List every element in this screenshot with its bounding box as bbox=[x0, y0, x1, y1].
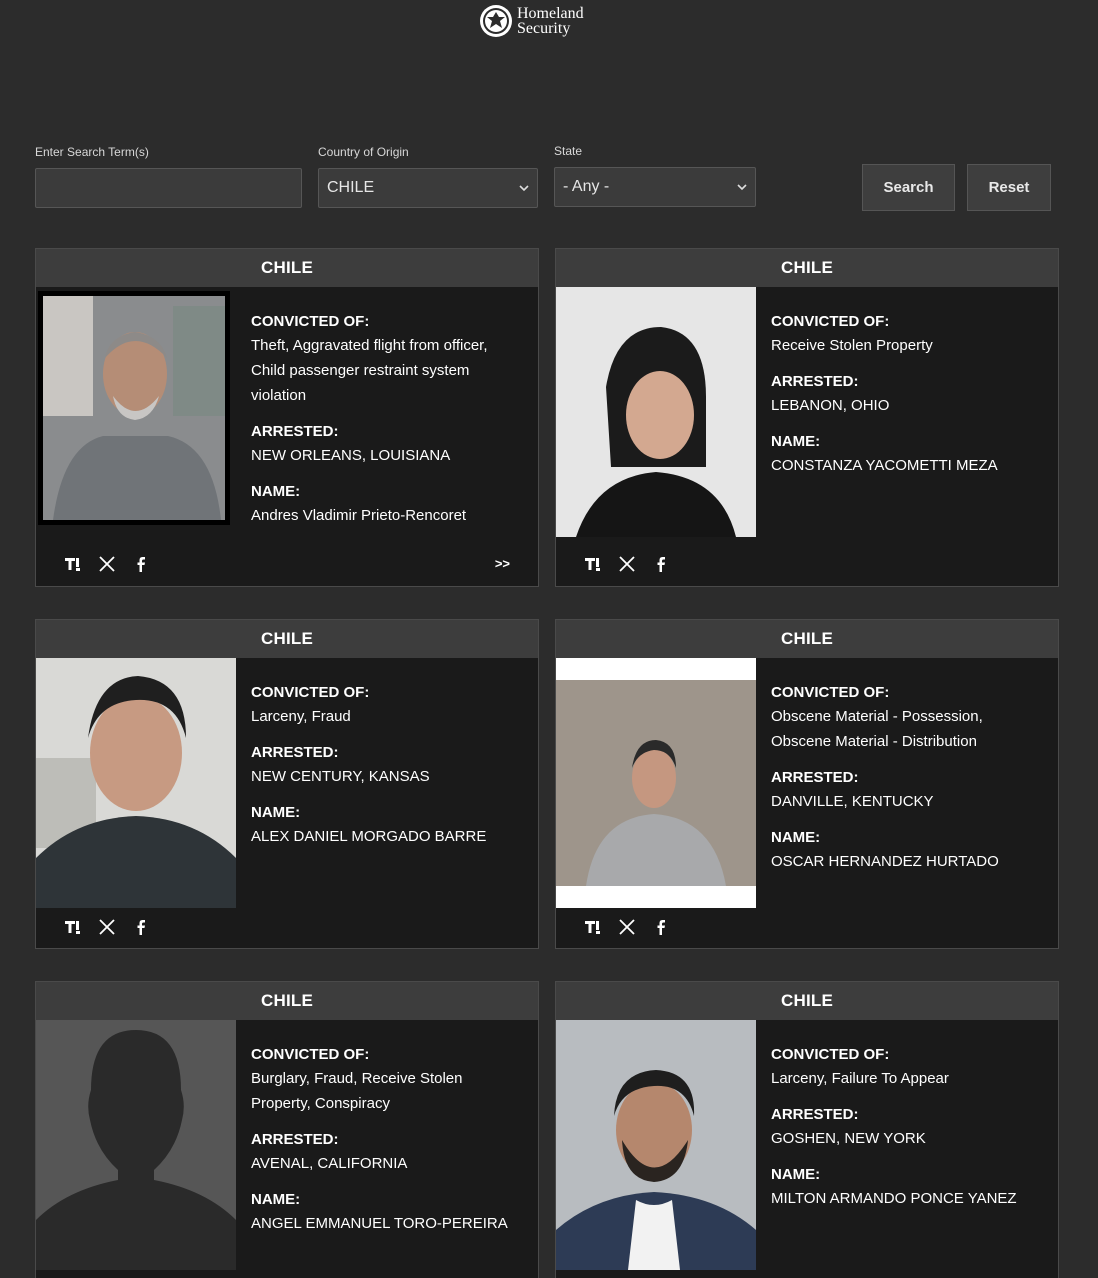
x-icon[interactable] bbox=[618, 918, 636, 936]
person-photo bbox=[43, 296, 225, 520]
card-country: CHILE bbox=[556, 620, 1058, 658]
detainee-photo[interactable] bbox=[556, 287, 756, 537]
facebook-icon[interactable] bbox=[652, 555, 670, 573]
convicted-label: CONVICTED OF: bbox=[771, 313, 890, 330]
card-country: CHILE bbox=[556, 982, 1058, 1020]
card-info: CONVICTED OF: Receive Stolen Property AR… bbox=[771, 311, 1040, 491]
person-photo bbox=[556, 1020, 756, 1270]
arrested-label: ARRESTED: bbox=[771, 373, 859, 390]
name-label: NAME: bbox=[251, 483, 301, 500]
convicted-label: CONVICTED OF: bbox=[771, 1046, 890, 1063]
card-info: CONVICTED OF: Obscene Material - Possess… bbox=[771, 682, 1040, 887]
state-select[interactable]: - Any - bbox=[554, 167, 756, 207]
name-label: NAME: bbox=[251, 1191, 301, 1208]
name-value: ANGEL EMMANUEL TORO-PEREIRA bbox=[251, 1215, 508, 1232]
share-links bbox=[64, 918, 150, 936]
arrested-value: DANVILLE, KENTUCKY bbox=[771, 793, 934, 810]
detainee-card: CHILE CONVICTED OF: Larceny, Fraud ARRES… bbox=[35, 619, 539, 949]
country-select-value: CHILE bbox=[327, 179, 375, 196]
name-value: MILTON ARMANDO PONCE YANEZ bbox=[771, 1190, 1017, 1207]
state-label: State bbox=[554, 144, 583, 158]
chevron-down-icon bbox=[737, 184, 747, 191]
x-icon[interactable] bbox=[98, 555, 116, 573]
detainee-card: CHILE CONVICTED OF: Obscene Material - P… bbox=[555, 619, 1059, 949]
convicted-value: Larceny, Fraud bbox=[251, 708, 351, 725]
arrested-value: GOSHEN, NEW YORK bbox=[771, 1130, 926, 1147]
search-label: Enter Search Term(s) bbox=[35, 145, 149, 159]
dhs-logo[interactable]: Homeland Security bbox=[479, 4, 584, 38]
person-photo bbox=[556, 287, 756, 537]
share-links bbox=[584, 555, 670, 573]
card-country: CHILE bbox=[36, 249, 538, 287]
logo-line-2: Security bbox=[517, 20, 571, 37]
country-label: Country of Origin bbox=[318, 145, 409, 159]
convicted-label: CONVICTED OF: bbox=[771, 684, 890, 701]
placeholder-silhouette-icon bbox=[36, 1020, 236, 1270]
name-label: NAME: bbox=[771, 1166, 821, 1183]
arrested-label: ARRESTED: bbox=[771, 1106, 859, 1123]
detainee-card: CHILE CONVICTED OF: Receive Stolen Prope… bbox=[555, 248, 1059, 587]
card-info: CONVICTED OF: Larceny, Failure To Appear… bbox=[771, 1044, 1040, 1224]
card-info: CONVICTED OF: Larceny, Fraud ARRESTED: N… bbox=[251, 682, 520, 862]
convicted-label: CONVICTED OF: bbox=[251, 1046, 370, 1063]
truth-social-icon[interactable] bbox=[64, 555, 82, 573]
arrested-value: AVENAL, CALIFORNIA bbox=[251, 1155, 408, 1172]
facebook-icon[interactable] bbox=[132, 918, 150, 936]
more-link[interactable]: >> bbox=[495, 556, 510, 571]
name-value: Andres Vladimir Prieto-Rencoret bbox=[251, 507, 467, 524]
name-label: NAME: bbox=[771, 829, 821, 846]
arrested-label: ARRESTED: bbox=[771, 769, 859, 786]
name-value: CONSTANZA YACOMETTI MEZA bbox=[771, 457, 998, 474]
truth-social-icon[interactable] bbox=[584, 555, 602, 573]
share-links bbox=[584, 918, 670, 936]
name-value: ALEX DANIEL MORGADO BARRE bbox=[251, 828, 487, 845]
detainee-photo[interactable] bbox=[556, 1020, 756, 1270]
truth-social-icon[interactable] bbox=[64, 918, 82, 936]
card-country: CHILE bbox=[36, 620, 538, 658]
arrested-label: ARRESTED: bbox=[251, 1131, 339, 1148]
arrested-value: LEBANON, OHIO bbox=[771, 397, 890, 414]
detainee-photo[interactable] bbox=[36, 1020, 236, 1270]
arrested-label: ARRESTED: bbox=[251, 744, 339, 761]
convicted-value: Obscene Material - Possession, Obscene M… bbox=[771, 708, 983, 750]
detainee-photo[interactable] bbox=[556, 658, 756, 908]
x-icon[interactable] bbox=[618, 555, 636, 573]
convicted-value: Burglary, Fraud, Receive Stolen Property… bbox=[251, 1070, 463, 1112]
convicted-label: CONVICTED OF: bbox=[251, 313, 370, 330]
card-country: CHILE bbox=[556, 249, 1058, 287]
facebook-icon[interactable] bbox=[652, 918, 670, 936]
person-photo bbox=[36, 658, 236, 908]
convicted-value: Larceny, Failure To Appear bbox=[771, 1070, 949, 1087]
country-select[interactable]: CHILE bbox=[318, 168, 538, 208]
name-label: NAME: bbox=[771, 433, 821, 450]
card-info: CONVICTED OF: Burglary, Fraud, Receive S… bbox=[251, 1044, 520, 1249]
arrested-value: NEW CENTURY, KANSAS bbox=[251, 768, 430, 785]
share-links bbox=[64, 555, 150, 573]
card-country: CHILE bbox=[36, 982, 538, 1020]
convicted-value: Theft, Aggravated flight from officer, C… bbox=[251, 337, 488, 404]
facebook-icon[interactable] bbox=[132, 555, 150, 573]
detainee-card: CHILE CONVICTED OF: Theft, Aggravated fl… bbox=[35, 248, 539, 587]
convicted-label: CONVICTED OF: bbox=[251, 684, 370, 701]
search-input[interactable] bbox=[35, 168, 302, 208]
detainee-photo[interactable] bbox=[36, 658, 236, 908]
card-info: CONVICTED OF: Theft, Aggravated flight f… bbox=[251, 311, 520, 541]
name-value: OSCAR HERNANDEZ HURTADO bbox=[771, 853, 999, 870]
x-icon[interactable] bbox=[98, 918, 116, 936]
logo-line-1: Homeland bbox=[517, 5, 584, 22]
arrested-value: NEW ORLEANS, LOUISIANA bbox=[251, 447, 451, 464]
person-photo bbox=[556, 658, 756, 908]
name-label: NAME: bbox=[251, 804, 301, 821]
detainee-card: CHILE CONVICTED OF: Burglary, Fraud, Rec… bbox=[35, 981, 539, 1278]
reset-button[interactable]: Reset bbox=[967, 164, 1051, 211]
convicted-value: Receive Stolen Property bbox=[771, 337, 933, 354]
state-select-value: - Any - bbox=[563, 178, 610, 195]
truth-social-icon[interactable] bbox=[584, 918, 602, 936]
detainee-card: CHILE CONVICTED OF: Larceny, Failure To … bbox=[555, 981, 1059, 1278]
search-button[interactable]: Search bbox=[862, 164, 955, 211]
detainee-photo[interactable] bbox=[38, 291, 230, 525]
dhs-seal-icon bbox=[480, 5, 512, 37]
arrested-label: ARRESTED: bbox=[251, 423, 339, 440]
chevron-down-icon bbox=[519, 185, 529, 192]
